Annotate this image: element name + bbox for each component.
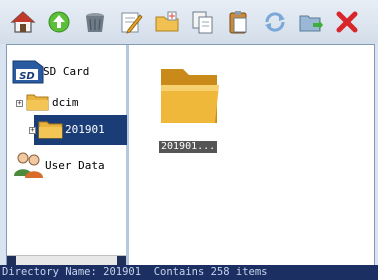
move-button[interactable] [294, 5, 328, 39]
expand-toggle[interactable]: + [16, 100, 23, 107]
home-button[interactable] [6, 5, 40, 39]
svg-text:SD: SD [19, 71, 35, 82]
tree-horizontal-scrollbar[interactable] [7, 255, 126, 265]
content-folder-item[interactable]: 201901... [157, 57, 223, 153]
tree-item-user-data[interactable]: User Data [11, 150, 105, 180]
delete-button[interactable] [78, 5, 112, 39]
folder-icon [38, 121, 63, 139]
tree-item-dcim[interactable]: dcim [26, 92, 79, 112]
move-folder-icon [299, 15, 323, 32]
close-icon [336, 11, 358, 33]
paste-button[interactable] [222, 5, 256, 39]
tree-item-label: 201901 [65, 123, 105, 136]
users-icon [14, 152, 43, 178]
refresh-icon [265, 12, 285, 32]
rename-button[interactable] [114, 5, 148, 39]
close-button[interactable] [330, 5, 364, 39]
refresh-button[interactable] [258, 5, 292, 39]
copy-icon [192, 11, 213, 34]
up-arrow-icon [48, 11, 70, 33]
folder-icon [161, 69, 219, 123]
content-pane: 201901... [132, 45, 374, 265]
status-bar: Directory Name: 201901 Contains 258 item… [0, 265, 378, 280]
tree-item-label: SD Card [43, 64, 90, 78]
sd-card-icon: SD [12, 60, 44, 84]
scroll-right-icon[interactable] [117, 256, 126, 265]
folder-icon [26, 94, 49, 111]
paste-icon [229, 11, 247, 34]
copy-button[interactable] [186, 5, 220, 39]
new-folder-button[interactable] [150, 5, 184, 39]
expand-toggle[interactable]: + [29, 127, 36, 134]
tree-item-201901[interactable]: 201901 [38, 119, 105, 140]
edit-icon [121, 12, 143, 34]
tree-item-sd-card[interactable]: SD SD Card [11, 57, 89, 85]
file-label: 201901... [159, 141, 218, 153]
tree-item-label: User Data [45, 158, 105, 172]
up-button[interactable] [42, 5, 76, 39]
folder-tree: SD SD Card + dcim + 201901 User Data [7, 45, 129, 265]
scroll-left-icon[interactable] [7, 256, 16, 265]
toolbar [0, 0, 378, 44]
new-folder-icon [155, 11, 179, 32]
browser-frame: SD SD Card + dcim + 201901 User Data 201… [6, 44, 375, 266]
trash-icon [86, 13, 104, 32]
tree-item-label: dcim [52, 95, 79, 109]
home-icon [10, 11, 36, 33]
